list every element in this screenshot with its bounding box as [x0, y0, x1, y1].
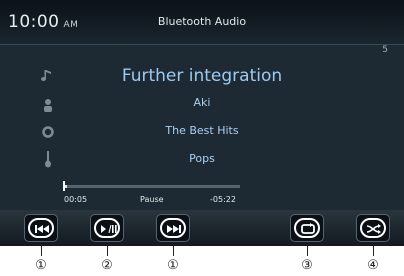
status-bar: 10:00 AM Bluetooth Audio	[0, 0, 404, 45]
shuffle-button[interactable]	[356, 214, 390, 242]
audio-screen: 10:00 AM Bluetooth Audio 5 Further integr…	[0, 0, 404, 246]
next-track-button[interactable]	[156, 214, 190, 242]
track-album: The Best Hits	[165, 124, 239, 137]
callout-3-repeat: ③	[301, 258, 313, 273]
elapsed-time: 00:05	[64, 195, 88, 204]
track-artist: Aki	[193, 96, 211, 109]
callout-leader	[373, 246, 374, 256]
play-pause-icon	[101, 224, 117, 234]
control-bar	[0, 210, 404, 246]
callout-leader	[173, 246, 174, 256]
shuffle-icon	[366, 224, 381, 234]
next-track-icon	[167, 225, 181, 233]
source-title: Bluetooth Audio	[157, 15, 247, 28]
callout-2-play-pause: ②	[101, 258, 113, 273]
track-genre: Pops	[189, 152, 215, 165]
callout-1-previous: ①	[35, 258, 47, 273]
callout-leader	[307, 246, 308, 256]
playback-status: Pause	[140, 195, 164, 204]
previous-track-button[interactable]	[24, 214, 58, 242]
progress-knob[interactable]	[63, 181, 65, 191]
track-title: Further integration	[121, 66, 283, 86]
callout-leader	[107, 246, 108, 256]
previous-track-icon	[35, 225, 49, 233]
repeat-icon	[301, 223, 315, 234]
play-pause-button[interactable]	[90, 214, 124, 242]
progress-bar[interactable]	[64, 185, 240, 188]
callout-4-shuffle: ④	[367, 258, 379, 273]
remaining-time: -05:22	[210, 195, 236, 204]
track-number: 5	[382, 45, 388, 55]
callout-leader	[41, 246, 42, 256]
repeat-button[interactable]	[290, 214, 324, 242]
callout-1-next: ①	[167, 258, 179, 273]
